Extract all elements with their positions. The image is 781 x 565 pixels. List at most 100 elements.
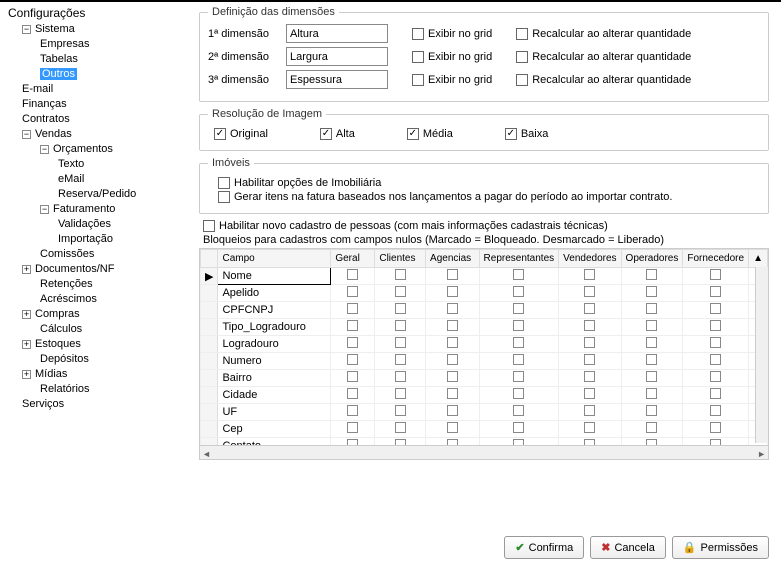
block-checkbox[interactable] [347, 354, 358, 365]
block-checkbox[interactable] [347, 286, 358, 297]
block-checkbox[interactable] [395, 439, 406, 445]
block-checkbox[interactable] [513, 439, 524, 445]
block-checkbox[interactable] [395, 405, 406, 416]
block-checkbox[interactable] [646, 405, 657, 416]
tree-contratos[interactable]: Contratos [8, 112, 187, 127]
block-checkbox[interactable] [447, 388, 458, 399]
block-checkbox[interactable] [710, 439, 721, 445]
block-checkbox[interactable] [710, 405, 721, 416]
block-checkbox[interactable] [710, 303, 721, 314]
block-checkbox[interactable] [513, 303, 524, 314]
col-vendedores[interactable]: Vendedores [559, 250, 621, 268]
res-original-checkbox[interactable] [214, 128, 226, 140]
tree-acrescimos[interactable]: Acréscimos [8, 292, 187, 307]
cancela-button[interactable]: ✖Cancela [590, 536, 666, 559]
block-checkbox[interactable] [646, 371, 657, 382]
block-checkbox[interactable] [447, 303, 458, 314]
block-checkbox[interactable] [447, 422, 458, 433]
block-checkbox[interactable] [513, 354, 524, 365]
block-checkbox[interactable] [584, 337, 595, 348]
block-checkbox[interactable] [513, 269, 524, 280]
tree-reserva[interactable]: Reserva/Pedido [8, 187, 187, 202]
dim3-recalc-checkbox[interactable] [516, 74, 528, 86]
block-checkbox[interactable] [395, 337, 406, 348]
dim1-input[interactable] [286, 24, 388, 43]
tree-comissoes[interactable]: Comissões [8, 247, 187, 262]
tree-orcamentos[interactable]: −Orçamentos [8, 142, 187, 157]
block-checkbox[interactable] [347, 303, 358, 314]
block-checkbox[interactable] [347, 388, 358, 399]
block-checkbox[interactable] [347, 337, 358, 348]
dim3-input[interactable] [286, 70, 388, 89]
block-checkbox[interactable] [447, 439, 458, 445]
tree-vendas[interactable]: −Vendas [8, 127, 187, 142]
block-checkbox[interactable] [447, 337, 458, 348]
block-checkbox[interactable] [513, 337, 524, 348]
table-row[interactable]: UF [201, 404, 768, 421]
block-checkbox[interactable] [347, 439, 358, 445]
col-fornecedore[interactable]: Fornecedore [683, 250, 749, 268]
block-checkbox[interactable] [447, 405, 458, 416]
tree-sistema[interactable]: −Sistema [8, 22, 187, 37]
tree-faturamento[interactable]: −Faturamento [8, 202, 187, 217]
block-checkbox[interactable] [710, 422, 721, 433]
block-checkbox[interactable] [710, 269, 721, 280]
table-row[interactable]: Cep [201, 421, 768, 438]
block-checkbox[interactable] [584, 354, 595, 365]
block-checkbox[interactable] [447, 269, 458, 280]
table-row[interactable]: Bairro [201, 370, 768, 387]
col-clientes[interactable]: Clientes [375, 250, 426, 268]
tree-relatorios[interactable]: Relatórios [8, 382, 187, 397]
table-row[interactable]: ▶Nome [201, 268, 768, 285]
dim1-exibir-checkbox[interactable] [412, 28, 424, 40]
block-checkbox[interactable] [584, 371, 595, 382]
table-row[interactable]: Contato [201, 438, 768, 446]
block-checkbox[interactable] [646, 388, 657, 399]
block-checkbox[interactable] [395, 286, 406, 297]
horizontal-scrollbar[interactable]: ◄► [200, 445, 768, 460]
block-checkbox[interactable] [646, 354, 657, 365]
block-checkbox[interactable] [710, 371, 721, 382]
block-checkbox[interactable] [347, 371, 358, 382]
block-checkbox[interactable] [710, 320, 721, 331]
block-checkbox[interactable] [584, 405, 595, 416]
res-alta-checkbox[interactable] [320, 128, 332, 140]
block-checkbox[interactable] [395, 388, 406, 399]
table-row[interactable]: Cidade [201, 387, 768, 404]
block-checkbox[interactable] [646, 422, 657, 433]
res-baixa-checkbox[interactable] [505, 128, 517, 140]
dim2-input[interactable] [286, 47, 388, 66]
block-checkbox[interactable] [584, 422, 595, 433]
dim2-exibir-checkbox[interactable] [412, 51, 424, 63]
block-checkbox[interactable] [395, 303, 406, 314]
block-checkbox[interactable] [395, 269, 406, 280]
tree-validacoes[interactable]: Validações [8, 217, 187, 232]
block-checkbox[interactable] [584, 388, 595, 399]
block-checkbox[interactable] [646, 439, 657, 445]
block-checkbox[interactable] [710, 354, 721, 365]
dim2-recalc-checkbox[interactable] [516, 51, 528, 63]
table-row[interactable]: Logradouro [201, 336, 768, 353]
block-checkbox[interactable] [710, 337, 721, 348]
block-checkbox[interactable] [513, 405, 524, 416]
tree-outros[interactable]: Outros [8, 67, 187, 82]
tree-email[interactable]: E-mail [8, 82, 187, 97]
block-checkbox[interactable] [447, 286, 458, 297]
col-representantes[interactable]: Representantes [479, 250, 559, 268]
block-checkbox[interactable] [347, 405, 358, 416]
dim3-exibir-checkbox[interactable] [412, 74, 424, 86]
tree-servicos[interactable]: Serviços [8, 397, 187, 412]
tree-documentos[interactable]: +Documentos/NF [8, 262, 187, 277]
col-campo[interactable]: Campo [218, 250, 331, 268]
block-checkbox[interactable] [447, 320, 458, 331]
tree-tabelas[interactable]: Tabelas [8, 52, 187, 67]
block-checkbox[interactable] [513, 286, 524, 297]
tree-financas[interactable]: Finanças [8, 97, 187, 112]
confirma-button[interactable]: ✔Confirma [504, 536, 584, 559]
habilitar-cadastro-checkbox[interactable] [203, 220, 215, 232]
block-checkbox[interactable] [584, 320, 595, 331]
block-checkbox[interactable] [646, 286, 657, 297]
block-checkbox[interactable] [584, 303, 595, 314]
table-row[interactable]: Numero [201, 353, 768, 370]
block-checkbox[interactable] [646, 269, 657, 280]
